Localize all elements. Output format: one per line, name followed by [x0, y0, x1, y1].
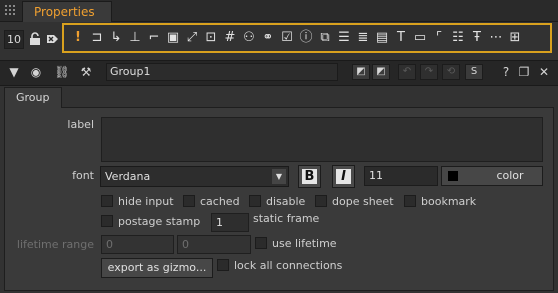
bold-button[interactable]: B: [298, 165, 321, 188]
node-name-field[interactable]: Group1: [106, 63, 338, 81]
grip-icon[interactable]: [4, 4, 18, 18]
gl-color-icon[interactable]: ◩: [352, 64, 370, 80]
uv-icon[interactable]: ⊡: [203, 28, 219, 48]
align-left-icon[interactable]: ☰: [336, 28, 352, 48]
color-circles-icon[interactable]: ⚇: [241, 28, 257, 48]
export-as-gizmo-button[interactable]: export as gizmo...: [101, 258, 213, 278]
font-dropdown-value: Verdana: [105, 170, 151, 183]
bold-icon: B: [302, 169, 317, 184]
redo-icon[interactable]: ↷: [420, 64, 438, 80]
undo-icon[interactable]: ↶: [398, 64, 416, 80]
nodes-icon[interactable]: ⊞: [507, 28, 523, 48]
text-box-icon[interactable]: T: [393, 28, 409, 48]
postage-stamp-checkbox[interactable]: [101, 215, 113, 227]
swap-icon[interactable]: ⧉: [317, 28, 333, 48]
dope-sheet-checkbox[interactable]: [315, 195, 327, 207]
revert-icon[interactable]: ⟲: [442, 64, 460, 80]
font-size-field[interactable]: 11: [364, 166, 438, 186]
collapse-icon[interactable]: ▼: [6, 64, 22, 80]
help-icon[interactable]: ?: [498, 64, 514, 80]
float-icon[interactable]: ❐: [516, 64, 532, 80]
cached-label: cached: [200, 195, 240, 208]
tab-group[interactable]: Group: [4, 87, 62, 108]
color-swatch: [448, 171, 458, 181]
corner-flag-icon[interactable]: ⌜: [431, 28, 447, 48]
max-panels-field[interactable]: 10: [4, 30, 24, 49]
bookmark-label: bookmark: [421, 195, 477, 208]
text-size-icon[interactable]: Ŧ: [469, 28, 485, 48]
static-frame-label: static frame: [253, 212, 320, 225]
clear-panels-icon[interactable]: [45, 32, 61, 46]
static-frame-field[interactable]: 1: [211, 213, 249, 232]
checkbox-icon[interactable]: ☑: [279, 28, 295, 48]
cached-checkbox[interactable]: [183, 195, 195, 207]
hide-input-checkbox[interactable]: [101, 195, 113, 207]
info-icon[interactable]: ⓘ: [298, 28, 314, 48]
hide-input-label: hide input: [118, 195, 174, 208]
branch-icon[interactable]: ⊐: [89, 28, 105, 48]
italic-button[interactable]: I: [332, 165, 355, 188]
crop-corner-icon[interactable]: ⌐: [146, 28, 162, 48]
frame-icon[interactable]: ▭: [412, 28, 428, 48]
color-button-label: color: [496, 169, 524, 182]
use-lifetime-label: use lifetime: [272, 237, 337, 250]
font-dropdown[interactable]: Verdana ▼: [100, 166, 289, 187]
close-icon[interactable]: ✕: [536, 64, 552, 80]
node-toolbar: ! ⊐ ↳ ⊥ ⌐ ▣ ⤢ ⊡ # ⚇ ⚭ ☑ ⓘ ⧉ ☰ ≣ ▤ T ▭ ⌜ ☷ Ŧ ⋯ ⊞: [70, 28, 523, 48]
tile-color-icon[interactable]: ◩: [372, 64, 390, 80]
label-label: label: [67, 118, 94, 131]
lifetime-end-field[interactable]: 0: [177, 235, 251, 254]
dashes-icon[interactable]: ⋯: [488, 28, 504, 48]
script-icon[interactable]: S: [465, 64, 483, 80]
lock-connections-checkbox[interactable]: [217, 259, 229, 271]
disable-checkbox[interactable]: [249, 195, 261, 207]
list-icon[interactable]: ≣: [355, 28, 371, 48]
lock-icon[interactable]: [28, 32, 42, 46]
group-node-icon[interactable]: ⛓: [54, 64, 70, 80]
axis-corner-icon[interactable]: ↳: [108, 28, 124, 48]
hash-icon[interactable]: #: [222, 28, 238, 48]
postage-stamp-label: postage stamp: [118, 215, 201, 228]
color-button[interactable]: color: [441, 166, 543, 186]
italic-icon: I: [336, 169, 351, 184]
select-box-icon[interactable]: ▣: [165, 28, 181, 48]
use-lifetime-checkbox[interactable]: [255, 237, 267, 249]
font-label: font: [72, 169, 94, 182]
lifetime-range-label: lifetime range: [16, 238, 94, 251]
tab-properties[interactable]: Properties: [22, 1, 112, 22]
exclamation-icon[interactable]: !: [70, 28, 86, 48]
document-icon[interactable]: ▤: [374, 28, 390, 48]
wrench-icon[interactable]: ⚒: [78, 64, 94, 80]
lifetime-start-field[interactable]: 0: [101, 235, 174, 254]
triple-circles-icon[interactable]: ⚭: [260, 28, 276, 48]
resize-icon[interactable]: ⤢: [184, 28, 200, 48]
chevron-down-icon: ▼: [272, 169, 286, 184]
axis-xy-icon[interactable]: ⊥: [127, 28, 143, 48]
dope-sheet-label: dope sheet: [332, 195, 394, 208]
list-dropdown-icon[interactable]: ☷: [450, 28, 466, 48]
label-textarea[interactable]: [101, 117, 543, 162]
disable-label: disable: [266, 195, 306, 208]
bookmark-checkbox[interactable]: [404, 195, 416, 207]
lock-connections-label: lock all connections: [234, 259, 343, 272]
node-color-icon[interactable]: ◉: [28, 64, 44, 80]
